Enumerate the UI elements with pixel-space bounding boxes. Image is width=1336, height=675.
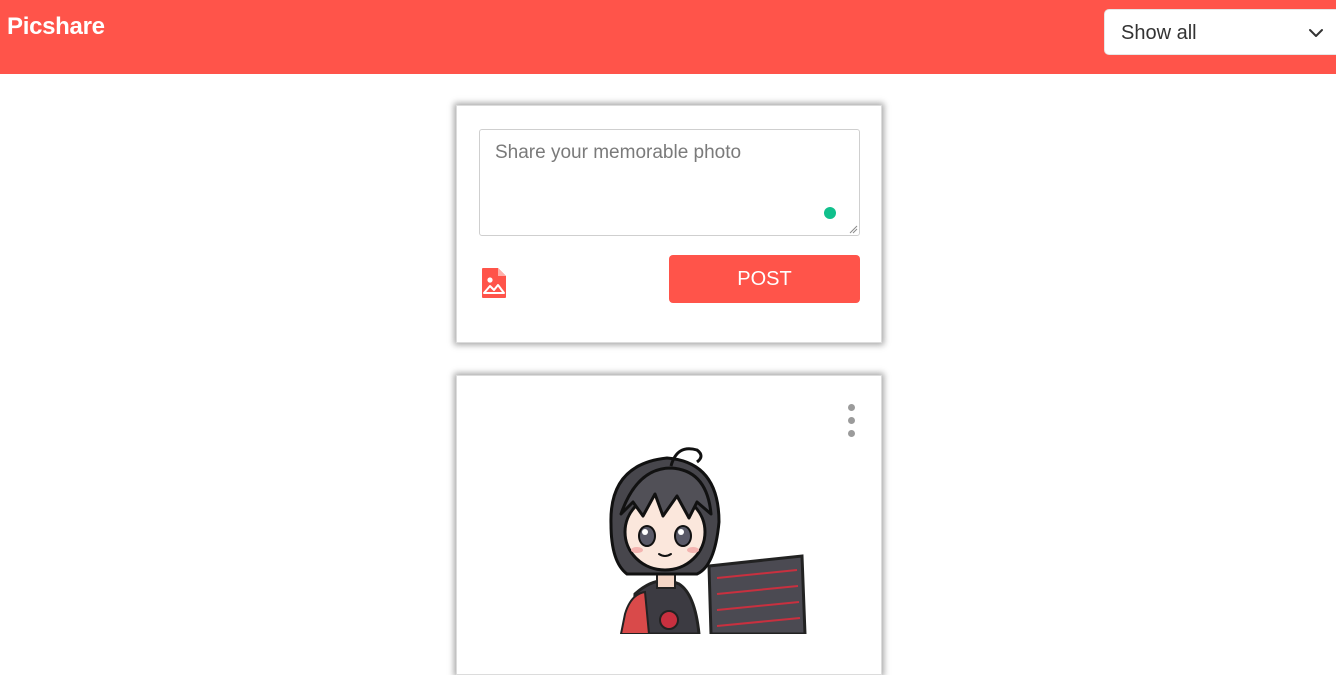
- navbar: Picshare Show all: [0, 0, 1336, 74]
- composer-card: POST: [456, 105, 882, 343]
- filter-select[interactable]: Show all: [1104, 9, 1336, 55]
- kebab-menu-icon[interactable]: [845, 402, 859, 438]
- post-button[interactable]: POST: [669, 255, 860, 303]
- chevron-down-icon: [1309, 29, 1323, 37]
- filter-selected-value: Show all: [1121, 22, 1197, 44]
- brand-logo[interactable]: Picshare: [7, 13, 105, 41]
- post-card: [456, 375, 882, 675]
- status-dot: [824, 207, 836, 219]
- resize-grip-icon[interactable]: [848, 224, 858, 234]
- post-image: [609, 447, 807, 634]
- image-file-icon[interactable]: [481, 267, 507, 299]
- caption-input[interactable]: [479, 129, 860, 236]
